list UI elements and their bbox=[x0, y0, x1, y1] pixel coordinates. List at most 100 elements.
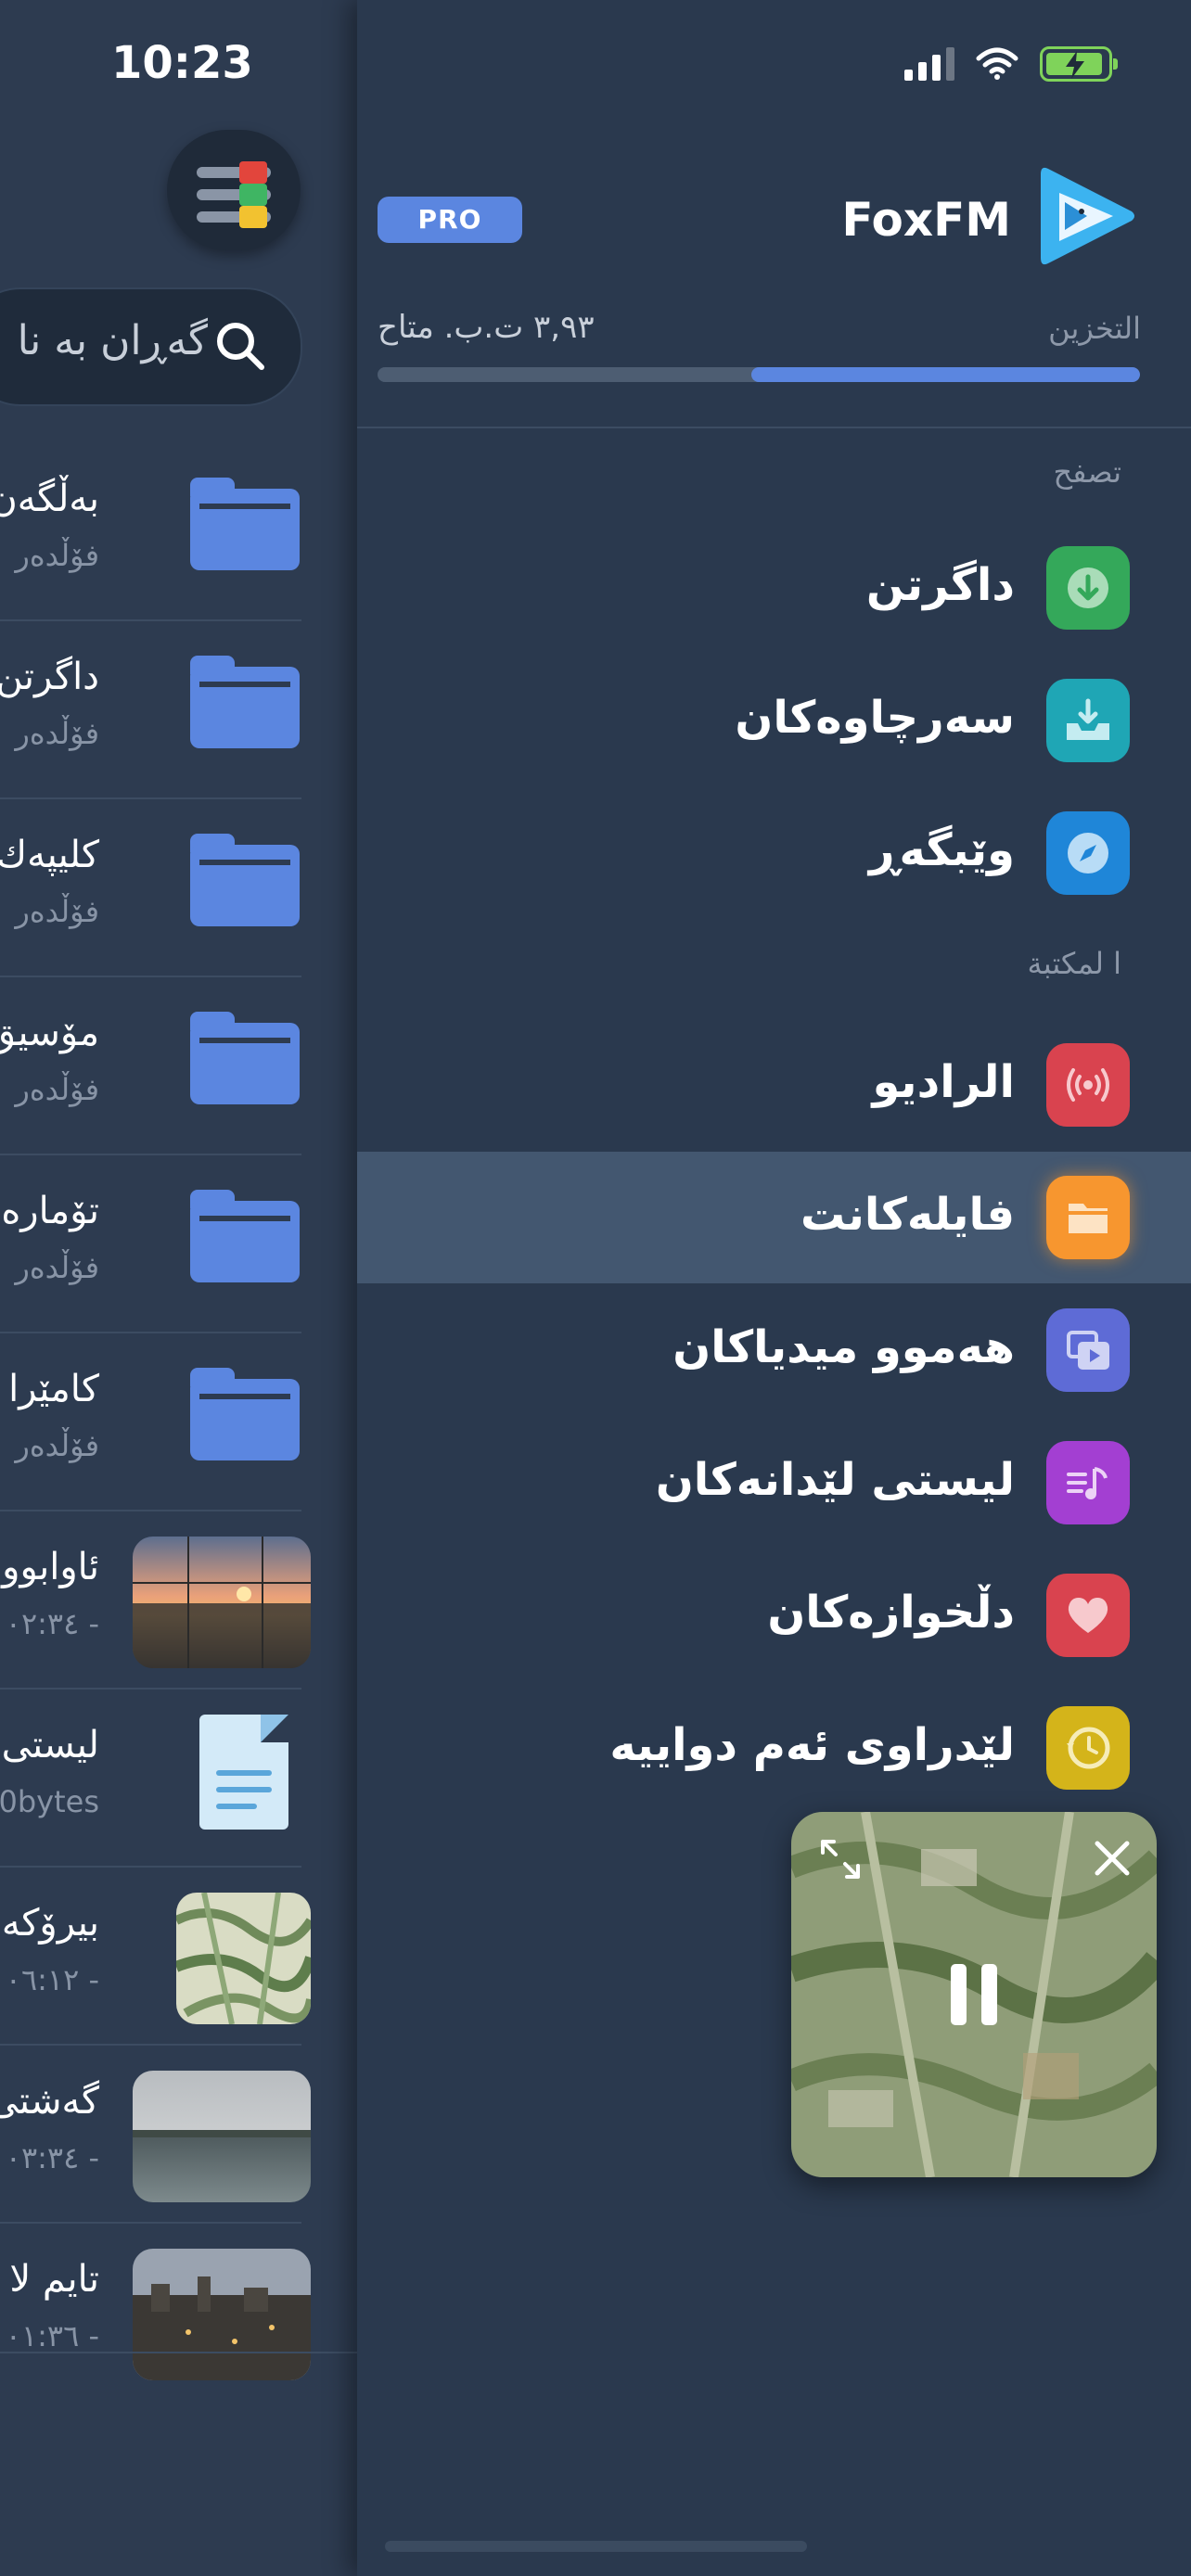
home-indicator bbox=[385, 2541, 807, 2552]
filter-sliders-icon bbox=[239, 206, 267, 228]
folder-icon bbox=[1046, 1176, 1130, 1259]
sidebar-item-browser[interactable]: وێبگەڕ bbox=[357, 787, 1191, 919]
item-title: گەشتی bbox=[0, 2080, 99, 2123]
item-subtitle: فۆڵدەر bbox=[15, 1250, 99, 1285]
folder-icon bbox=[190, 1012, 300, 1104]
status-icons bbox=[904, 46, 1118, 82]
list-item[interactable]: كامێرا فۆڵدەر bbox=[0, 1335, 301, 1511]
storage-label: التخزين bbox=[1048, 311, 1141, 346]
heart-icon bbox=[1046, 1574, 1130, 1657]
item-title: بەڵگەن bbox=[0, 478, 99, 520]
status-time: 10:23 bbox=[111, 37, 253, 89]
sidebar-item-playlists[interactable]: ليستی لێدانەكان bbox=[357, 1417, 1191, 1549]
battery-charging-icon bbox=[1040, 46, 1118, 82]
sidebar-item-label: لێدراوی ئەم دواييە bbox=[609, 1719, 1015, 1771]
sidebar-item-all-media[interactable]: هەموو ميدياكان bbox=[357, 1284, 1191, 1416]
video-thumbnail bbox=[133, 2071, 311, 2202]
compass-icon bbox=[1046, 811, 1130, 895]
pro-badge[interactable]: PRO bbox=[378, 197, 522, 243]
section-label-browse: تصفح bbox=[1053, 454, 1122, 490]
video-thumbnail bbox=[133, 2249, 311, 2380]
document-icon bbox=[199, 1715, 288, 1830]
item-title: تايم لا bbox=[9, 2258, 99, 2301]
list-item[interactable]: ليستی 0bytes bbox=[0, 1691, 301, 1868]
close-icon[interactable] bbox=[1092, 1838, 1133, 1879]
playlist-icon bbox=[1046, 1441, 1130, 1524]
item-subtitle: ٠٢:٣٤ - bbox=[5, 1606, 99, 1641]
item-subtitle: 0bytes bbox=[0, 1784, 99, 1819]
download-icon bbox=[1046, 546, 1130, 630]
sidebar-item-label: سەرچاوەكان bbox=[735, 692, 1015, 744]
list-item[interactable]: تايم لا ٠١:٣٦ - bbox=[0, 2225, 311, 2402]
sidebar-item-your-files[interactable]: فايلەكانت bbox=[357, 1152, 1191, 1283]
sidebar-item-label: فايلەكانت bbox=[800, 1189, 1015, 1241]
expand-icon[interactable] bbox=[817, 1836, 864, 1882]
files-panel: 10:23 گەڕان بە نا بەڵگەن فۆڵدەر داگرتن ف… bbox=[0, 0, 357, 2576]
app-logo bbox=[1041, 167, 1134, 265]
search-input[interactable]: گەڕان بە نا bbox=[0, 287, 302, 406]
sidebar-item-label: ليستی لێدانەكان bbox=[655, 1454, 1015, 1506]
search-icon bbox=[217, 323, 264, 370]
folder-icon bbox=[190, 1190, 300, 1282]
section-label-library: ا لمكتبة bbox=[1027, 946, 1121, 981]
list-item[interactable]: كليپەك فۆڵدەر bbox=[0, 801, 301, 977]
video-thumbnail bbox=[133, 1537, 311, 1668]
folder-icon bbox=[190, 1368, 300, 1460]
list-item[interactable]: ئاوابوو ٠٢:٣٤ - bbox=[0, 1513, 311, 1690]
item-title: داگرتن bbox=[0, 656, 99, 698]
item-subtitle: ٠٣:٣٤ - bbox=[5, 2140, 99, 2175]
sidebar-item-label: دڵخوازەكان bbox=[767, 1587, 1015, 1639]
sidebar-item-sources[interactable]: سەرچاوەكان bbox=[357, 655, 1191, 786]
item-title: ئاوابوو bbox=[2, 1546, 99, 1588]
signal-icon bbox=[904, 47, 954, 81]
list-item[interactable]: تۆمارە فۆڵدەر bbox=[0, 1157, 301, 1333]
item-title: بيرۆكە bbox=[1, 1902, 99, 1945]
item-subtitle: ٠٦:١٢ - bbox=[5, 1962, 99, 1997]
folder-icon bbox=[190, 834, 300, 926]
mini-player[interactable] bbox=[791, 1812, 1157, 2177]
item-title: ليستی bbox=[1, 1724, 99, 1766]
sidebar-item-label: داگرتن bbox=[865, 559, 1015, 611]
list-bottom-divider bbox=[0, 2352, 357, 2353]
folder-icon bbox=[190, 478, 300, 570]
list-item[interactable]: بەڵگەن فۆڵدەر bbox=[0, 445, 301, 621]
list-item[interactable]: مۆسيق فۆڵدەر bbox=[0, 979, 301, 1155]
storage-bar bbox=[378, 367, 1140, 382]
folder-icon bbox=[190, 656, 300, 748]
list-item[interactable]: گەشتی ٠٣:٣٤ - bbox=[0, 2047, 311, 2224]
radio-broadcast-icon bbox=[1046, 1043, 1130, 1127]
app-name: FoxFM bbox=[841, 193, 1011, 247]
item-subtitle: فۆڵدەر bbox=[15, 1428, 99, 1463]
pause-icon[interactable] bbox=[947, 1962, 1001, 2027]
filter-button[interactable] bbox=[167, 130, 301, 250]
media-stack-icon bbox=[1046, 1308, 1130, 1392]
item-subtitle: فۆڵدەر bbox=[15, 1072, 99, 1107]
item-subtitle: فۆڵدەر bbox=[15, 716, 99, 751]
storage-bar-fill bbox=[750, 367, 1140, 382]
sidebar-item-recently-played[interactable]: لێدراوی ئەم دواييە bbox=[357, 1682, 1191, 1814]
item-subtitle: فۆڵدەر bbox=[15, 538, 99, 573]
item-title: تۆمارە bbox=[1, 1190, 99, 1232]
history-icon bbox=[1046, 1706, 1130, 1790]
item-title: كليپەك bbox=[0, 834, 99, 876]
filter-sliders-icon bbox=[239, 161, 267, 184]
sidebar-item-label: وێبگەڕ bbox=[868, 824, 1015, 876]
search-placeholder: گەڕان بە نا bbox=[17, 317, 208, 364]
sidebar-item-favorites[interactable]: دڵخوازەكان bbox=[357, 1549, 1191, 1681]
list-item[interactable]: بيرۆكە ٠٦:١٢ - bbox=[0, 1869, 311, 2046]
list-item[interactable]: داگرتن فۆڵدەر bbox=[0, 623, 301, 799]
sidebar-item-radio[interactable]: الراديو bbox=[357, 1019, 1191, 1151]
wifi-icon bbox=[976, 47, 1018, 80]
storage-value: ٣,٩٣ ت.ب. متاح bbox=[378, 309, 595, 346]
filter-sliders-icon bbox=[239, 184, 267, 206]
item-title: كامێرا bbox=[8, 1368, 99, 1410]
item-title: مۆسيق bbox=[0, 1012, 99, 1054]
sidebar-item-downloads[interactable]: داگرتن bbox=[357, 522, 1191, 654]
item-subtitle: ٠١:٣٦ - bbox=[5, 2318, 99, 2353]
image-thumbnail bbox=[176, 1893, 311, 2024]
sidebar-menu: PRO FoxFM التخزين ٣,٩٣ ت.ب. متاح تصفح دا… bbox=[357, 0, 1191, 2576]
header-divider bbox=[357, 427, 1191, 428]
item-subtitle: فۆڵدەر bbox=[15, 894, 99, 929]
sidebar-item-label: هەموو ميدياكان bbox=[672, 1321, 1015, 1373]
sidebar-item-label: الراديو bbox=[872, 1056, 1015, 1108]
